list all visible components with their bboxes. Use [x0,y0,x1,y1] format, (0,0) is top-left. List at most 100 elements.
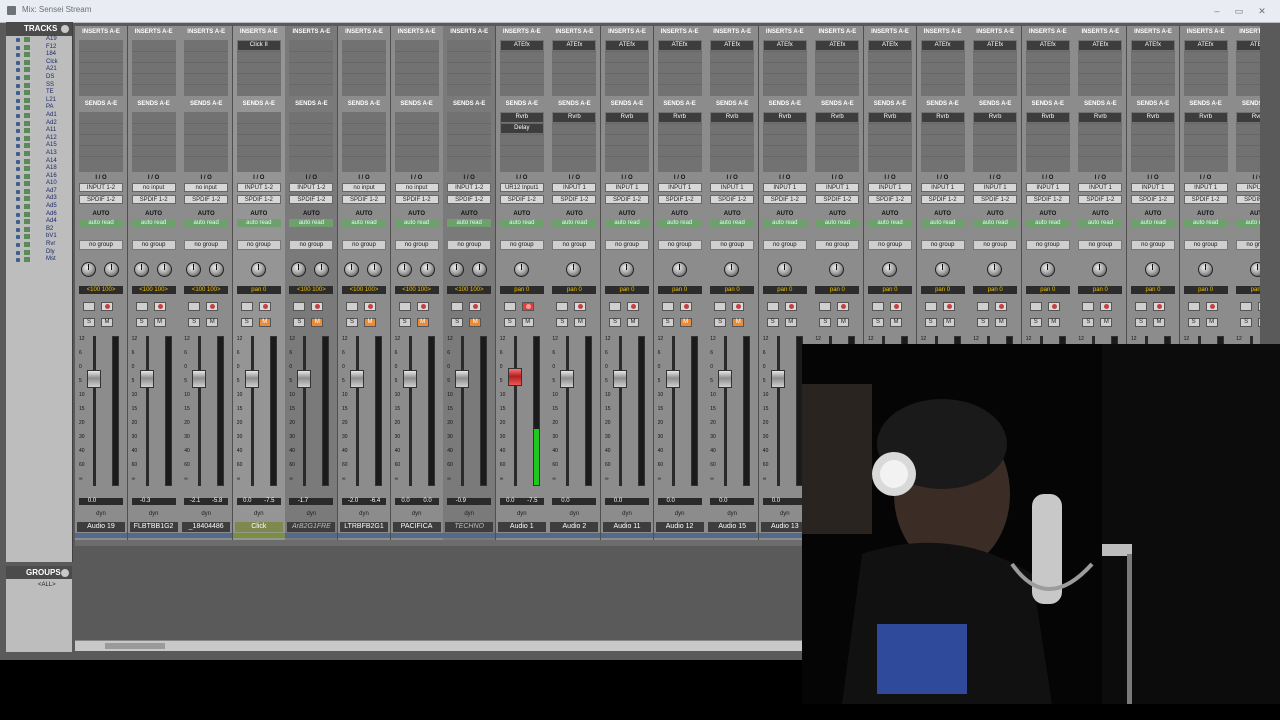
input-monitor-button[interactable] [1135,302,1147,311]
sends-area[interactable] [289,112,334,172]
insert-plugin[interactable]: ATEfx [1132,41,1174,50]
track-show-icon[interactable] [16,75,20,80]
input-monitor-button[interactable] [240,302,253,311]
track-name[interactable]: ArB2G1FRE [287,522,336,532]
input-monitor-button[interactable] [451,302,464,311]
track-name[interactable]: Click [234,522,283,532]
input-monitor-button[interactable] [503,302,516,311]
insert-plugin[interactable]: ATEfx [1237,41,1260,50]
sends-area[interactable] [447,112,492,172]
group-selector[interactable]: no group [973,240,1018,250]
track-list-item[interactable]: A16 [6,173,72,181]
record-arm-button[interactable] [1100,302,1113,311]
solo-button[interactable]: S [1187,318,1200,327]
sends-area[interactable] [79,112,123,172]
track-name[interactable]: Audio 15 [708,522,757,532]
inserts-area[interactable]: ATEfx [762,40,807,96]
track-show-icon[interactable] [16,235,20,240]
automation-mode[interactable]: auto read [184,219,229,227]
output-selector[interactable]: SPDIF 1-2 [815,195,860,204]
solo-button[interactable]: S [503,318,516,327]
automation-mode[interactable]: auto read [762,219,807,227]
group-selector[interactable]: no group [131,240,176,250]
inserts-area[interactable]: ATEfx [1236,40,1260,96]
track-list-item[interactable]: Clck [6,59,72,67]
automation-mode[interactable]: auto read [868,219,912,227]
record-arm-button[interactable] [837,302,850,311]
close-button[interactable]: ✕ [1255,6,1269,16]
mute-button[interactable]: M [995,318,1008,327]
send-plugin[interactable]: Rvrb [553,113,596,122]
mute-button[interactable]: M [1047,318,1060,327]
pan-knob[interactable] [934,262,950,277]
track-list-item[interactable]: Ad2 [6,120,72,128]
track-show-icon[interactable] [16,98,20,103]
inserts-area[interactable]: ATEfx [973,40,1018,96]
maximize-button[interactable]: ▭ [1232,6,1246,16]
track-name[interactable]: Audio 19 [77,522,125,532]
pan-knob[interactable] [987,262,1003,277]
output-selector[interactable]: SPDIF 1-2 [289,195,334,204]
group-selector[interactable]: no group [1183,240,1228,250]
send-plugin[interactable]: Rvrb [869,113,911,122]
automation-mode[interactable]: auto read [236,219,281,227]
inserts-area[interactable]: ATEfx [1078,40,1123,96]
sends-area[interactable]: Rvrb [1236,112,1260,172]
pan-knob-right[interactable] [104,262,119,277]
track-list-item[interactable]: Mst [6,256,72,264]
solo-button[interactable]: S [819,318,832,327]
record-arm-button[interactable] [1205,302,1218,311]
track-list-item[interactable]: Dly [6,249,72,257]
insert-plugin[interactable]: ATEfx [1026,41,1069,50]
pan-knob-left[interactable] [81,262,96,277]
sends-area[interactable]: Rvrb [973,112,1018,172]
volume-fader[interactable] [87,370,101,388]
group-selector[interactable]: no group [499,240,544,250]
send-plugin[interactable]: Rvrb [1237,113,1260,122]
track-list-item[interactable]: Ad7 [6,188,72,196]
inserts-area[interactable]: ATEfx [868,40,912,96]
inserts-area[interactable] [394,40,439,96]
input-selector[interactable]: INPUT 1 [657,183,702,192]
group-selector[interactable]: no group [868,240,912,250]
automation-mode[interactable]: auto read [289,219,334,227]
group-selector[interactable]: no group [79,240,123,250]
track-show-icon[interactable] [16,197,20,202]
solo-button[interactable]: S [609,318,621,327]
automation-mode[interactable]: auto read [131,219,176,227]
volume-fader[interactable] [297,370,312,388]
sends-area[interactable]: Rvrb [920,112,965,172]
insert-plugin[interactable]: ATEfx [606,41,648,50]
automation-mode[interactable]: auto read [815,219,860,227]
track-show-icon[interactable] [16,151,20,156]
track-show-icon[interactable] [16,45,20,50]
track-name[interactable]: Audio 2 [550,522,599,532]
pan-knob[interactable] [1092,262,1108,277]
volume-fader[interactable] [507,368,522,386]
volume-fader[interactable] [770,370,785,388]
track-show-icon[interactable] [16,129,20,134]
input-monitor-button[interactable] [661,302,674,311]
solo-button[interactable]: S [398,318,411,327]
mute-button[interactable]: M [627,318,639,327]
input-monitor-button[interactable] [398,302,411,311]
record-arm-button[interactable] [995,302,1008,311]
track-show-icon[interactable] [16,38,20,42]
mute-button[interactable]: M [258,318,271,327]
track-list-item[interactable]: A19 [6,36,72,44]
input-monitor-button[interactable] [556,302,569,311]
send-plugin[interactable]: Rvrb [1079,113,1122,122]
pan-knob-left[interactable] [344,262,359,277]
output-selector[interactable]: SPDIF 1-2 [236,195,281,204]
input-monitor-button[interactable] [872,302,884,311]
group-selector[interactable]: no group [605,240,649,250]
sends-area[interactable] [342,112,386,172]
track-name[interactable]: PACIFICA [392,522,441,532]
send-plugin[interactable]: Rvrb [1184,113,1227,122]
track-list-item[interactable]: 184 [6,51,72,59]
record-arm-button[interactable] [364,302,376,311]
pan-knob-left[interactable] [396,262,412,277]
pan-knob-left[interactable] [291,262,307,277]
inserts-area[interactable]: ATEfx [1131,40,1175,96]
output-selector[interactable]: SPDIF 1-2 [1025,195,1070,204]
